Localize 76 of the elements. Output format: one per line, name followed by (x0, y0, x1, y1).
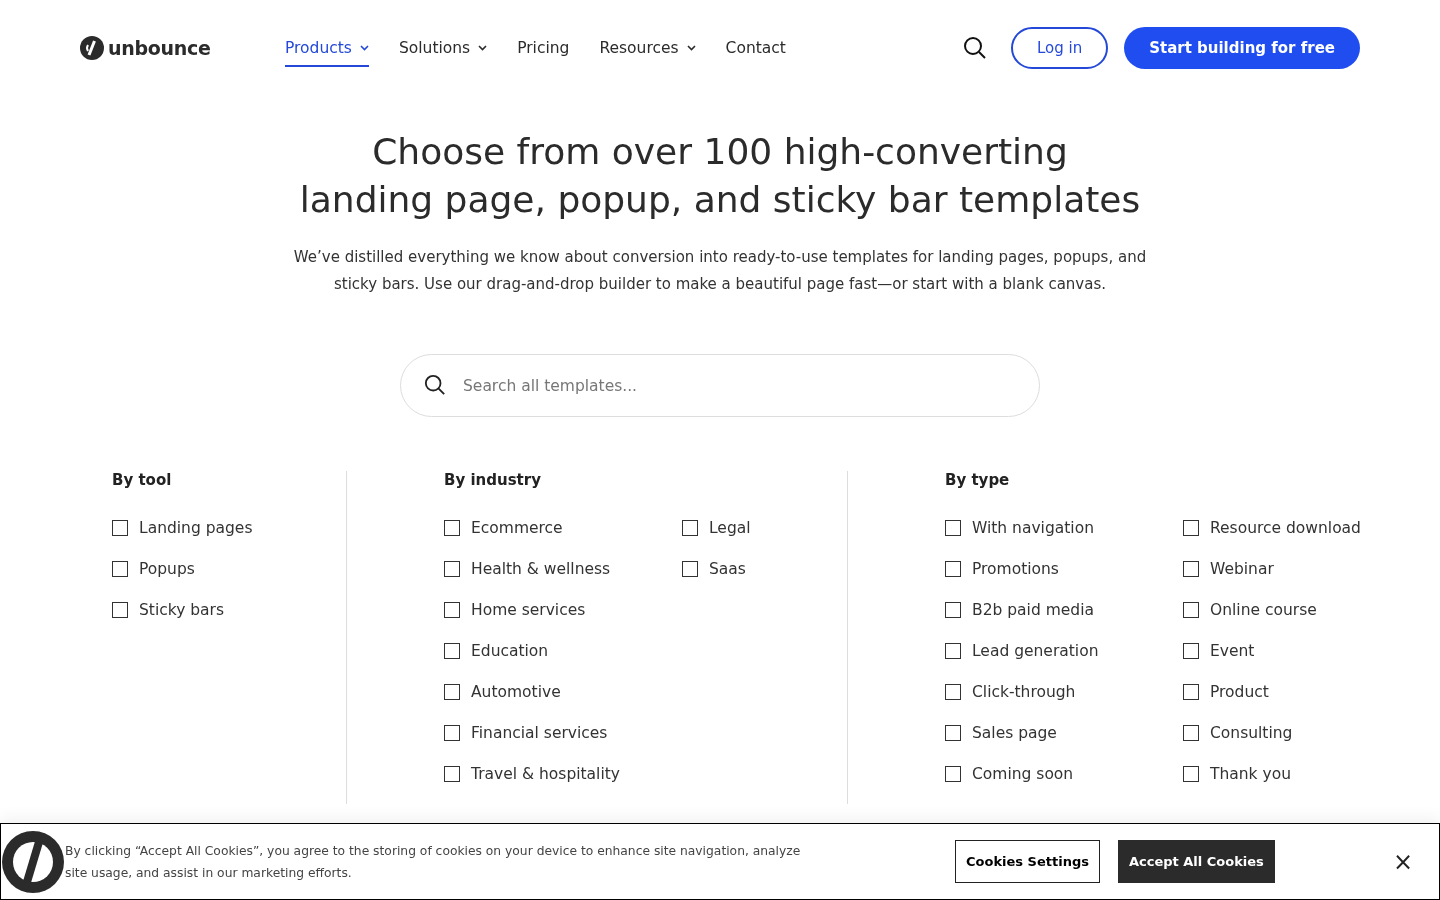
chevron-down-icon (686, 45, 696, 51)
checkbox-label[interactable]: Health & wellness (471, 559, 611, 578)
checkbox-label[interactable]: Event (1210, 641, 1255, 660)
hero-description: We’ve distilled everything we know about conversion into ready-to-use templates for landing pages, popups, and sticky bars. Use our drag-and-drop builder to make a beautiful page fast—or start with a blank canvas. (292, 247, 1148, 295)
checkbox[interactable] (945, 601, 961, 618)
checkbox-label[interactable]: Lead generation (972, 641, 1099, 660)
filter-group-title: By type (945, 471, 1011, 489)
checkbox[interactable] (444, 683, 460, 700)
checkbox-label[interactable]: Automotive (471, 682, 561, 701)
search-icon (424, 374, 446, 396)
search-icon[interactable] (962, 36, 987, 60)
nav-link[interactable]: Pricing (517, 29, 570, 67)
nav-link[interactable]: Solutions (398, 29, 488, 67)
logo-text[interactable]: unbounce (108, 37, 211, 59)
checkbox[interactable] (112, 519, 128, 536)
checkbox-label[interactable]: Education (471, 641, 549, 660)
checkbox-label[interactable]: B2b paid media (972, 600, 1094, 619)
checkbox-label[interactable]: Legal (709, 518, 751, 537)
checkbox[interactable] (444, 724, 460, 741)
checkbox[interactable] (1183, 642, 1199, 659)
checkbox-label[interactable]: Travel & hospitality (471, 764, 620, 783)
filter-group-title: By industry (444, 471, 542, 489)
close-button[interactable]: × (1386, 846, 1419, 877)
checkbox[interactable] (945, 683, 961, 700)
nav-link[interactable]: Contact (725, 29, 786, 67)
checkbox-label[interactable]: Click-through (972, 682, 1076, 701)
checkbox-label[interactable]: Promotions (972, 559, 1059, 578)
checkbox-label[interactable]: Resource download (1210, 518, 1361, 537)
search-field[interactable]: Search all templates... (400, 354, 1040, 417)
checkbox-label[interactable]: Financial services (471, 723, 608, 742)
checkbox[interactable] (945, 560, 961, 577)
checkbox[interactable] (1183, 683, 1199, 700)
checkbox[interactable] (444, 519, 460, 536)
checkbox[interactable] (444, 601, 460, 618)
cookie-notice-text: By clicking “Accept All Cookies”, you agree to the storing of cookies on your device to enhance site navigation, analyze site usage, and assist in our marketing efforts. (65, 842, 802, 882)
checkbox[interactable] (945, 642, 961, 659)
checkbox[interactable] (1183, 724, 1199, 741)
checkbox-label[interactable]: Thank you (1210, 764, 1291, 783)
checkbox[interactable] (444, 765, 460, 782)
checkbox[interactable] (945, 765, 961, 782)
start-building-button[interactable]: Start building for free (1124, 27, 1360, 69)
checkbox-label[interactable]: Online course (1210, 600, 1317, 619)
checkbox[interactable] (444, 560, 460, 577)
checkbox[interactable] (682, 560, 698, 577)
chevron-down-icon (478, 45, 488, 51)
nav-link[interactable]: Resources (599, 29, 696, 67)
checkbox[interactable] (1183, 601, 1199, 618)
checkbox-label[interactable]: Sticky bars (139, 600, 225, 619)
checkbox-label[interactable]: Home services (471, 600, 586, 619)
checkbox[interactable] (945, 724, 961, 741)
nav-link[interactable]: Products (285, 29, 369, 67)
checkbox[interactable] (112, 601, 128, 618)
checkbox-label[interactable]: Popups (139, 559, 195, 578)
checkbox-label[interactable]: With navigation (972, 518, 1094, 537)
checkbox-label[interactable]: Sales page (972, 723, 1057, 742)
checkbox[interactable] (1183, 519, 1199, 536)
checkbox[interactable] (682, 519, 698, 536)
checkbox[interactable] (444, 642, 460, 659)
checkbox-label[interactable]: Saas (709, 559, 746, 578)
login-button[interactable]: Log in (1010, 27, 1109, 69)
chevron-down-icon (359, 45, 369, 51)
filter-group-title: By tool (112, 471, 173, 489)
cookies-settings-button[interactable]: Cookies Settings (955, 840, 1100, 883)
checkbox-label[interactable]: Consulting (1210, 723, 1293, 742)
checkbox-label[interactable]: Ecommerce (471, 518, 563, 537)
logo-icon (80, 36, 104, 60)
checkbox[interactable] (1183, 765, 1199, 782)
accept-cookies-button[interactable]: Accept All Cookies (1117, 840, 1275, 883)
checkbox-label[interactable]: Landing pages (139, 518, 253, 537)
checkbox[interactable] (112, 560, 128, 577)
checkbox-label[interactable]: Coming soon (972, 764, 1074, 783)
checkbox-label[interactable]: Product (1210, 682, 1269, 701)
checkbox[interactable] (1183, 560, 1199, 577)
hero-title: Choose from over 100 high-converting landing page, popup, and sticky bar templates (299, 130, 1141, 222)
checkbox-label[interactable]: Webinar (1210, 559, 1274, 578)
checkbox[interactable] (945, 519, 961, 536)
